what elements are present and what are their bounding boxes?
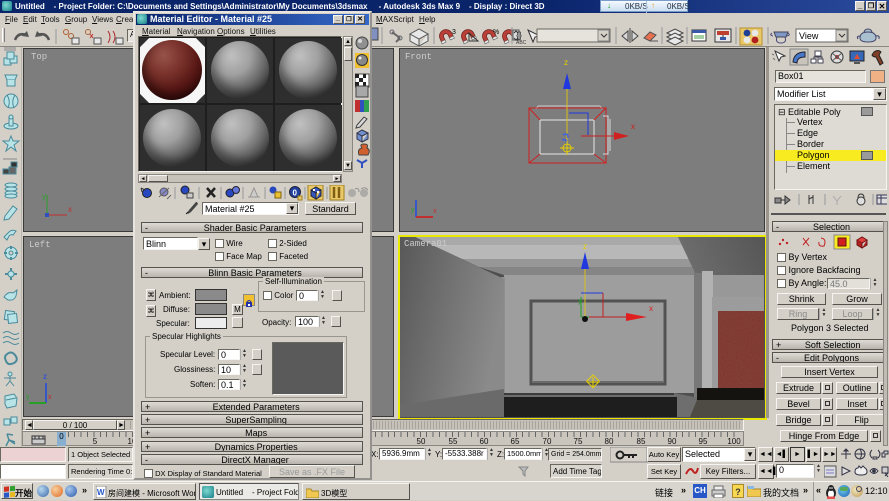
svg-text:W: W	[97, 488, 105, 497]
svg-text:50: 50	[417, 437, 426, 446]
svg-text:x: x	[433, 208, 437, 215]
svg-text:z: z	[583, 242, 587, 251]
svg-text:x: x	[649, 304, 653, 313]
svg-text:95: 95	[699, 437, 708, 446]
svg-text:80: 80	[605, 437, 614, 446]
svg-text:75: 75	[574, 437, 583, 446]
svg-text:x: x	[631, 122, 635, 131]
svg-text:y: y	[578, 298, 582, 305]
svg-text:55: 55	[449, 437, 458, 446]
svg-text:65: 65	[511, 437, 520, 446]
svg-text:100: 100	[727, 437, 741, 446]
svg-text:x: x	[68, 205, 72, 214]
svg-text:{}: {}	[516, 30, 522, 40]
svg-text:View: View	[799, 31, 819, 41]
svg-text:y: y	[42, 192, 46, 201]
svg-text:%: %	[493, 29, 499, 36]
svg-text:70: 70	[543, 437, 552, 446]
svg-text:60: 60	[480, 437, 489, 446]
svg-text:x: x	[48, 394, 52, 401]
svg-text:z: z	[43, 372, 47, 381]
svg-text:5: 5	[93, 437, 98, 446]
svg-text:y: y	[26, 394, 30, 401]
svg-text:85: 85	[637, 437, 646, 446]
svg-text:z: z	[564, 58, 568, 67]
svg-text:0: 0	[293, 189, 298, 198]
svg-text:ABC: ABC	[516, 40, 527, 46]
svg-text:3: 3	[452, 29, 456, 36]
svg-text:y: y	[411, 207, 415, 214]
svg-text:90: 90	[668, 437, 677, 446]
